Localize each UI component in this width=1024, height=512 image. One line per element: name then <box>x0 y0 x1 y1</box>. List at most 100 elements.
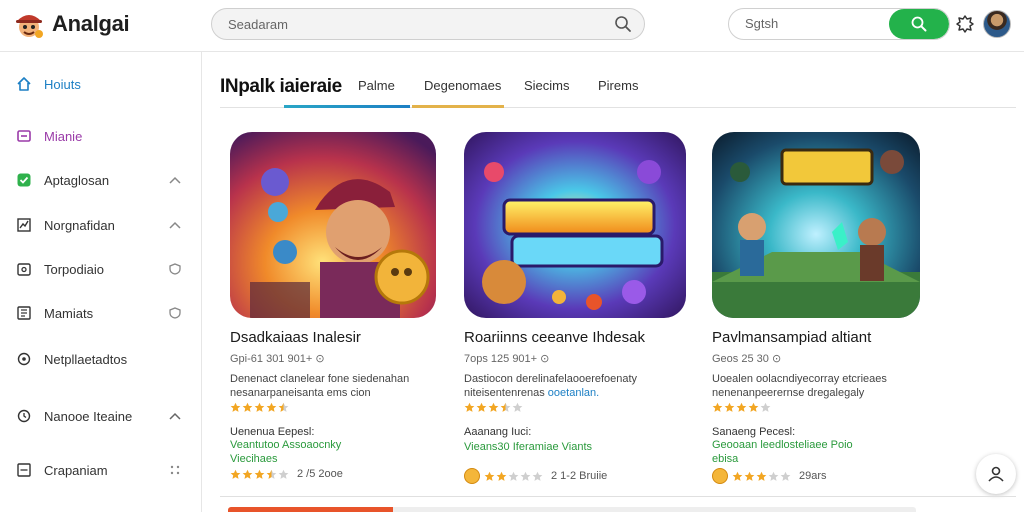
star-icon <box>278 402 289 412</box>
card-footer: 2 1-2 Bruiie <box>464 468 607 484</box>
info-icon: ⊙ <box>540 353 550 365</box>
mascot-logo-icon <box>16 15 43 38</box>
search-input[interactable] <box>228 16 614 32</box>
game-description: Denenact clanelear fone siedenahan nesan… <box>230 372 440 400</box>
star-rating <box>712 402 771 413</box>
app-name: Analgai <box>52 11 130 36</box>
sidebar-item-label: Nanooe Iteaine <box>44 409 133 424</box>
tab-underline <box>412 105 504 108</box>
sidebar-item-norgnafidan[interactable]: Norgnafidan <box>0 208 202 242</box>
category-link[interactable]: Vieans30 Iferamiae Viants <box>464 441 679 454</box>
star-icon <box>744 471 755 481</box>
search-submit-button[interactable] <box>889 9 949 39</box>
footer-text: 2 1-2 Bruiie <box>551 470 608 482</box>
tab-siecims[interactable]: Siecims <box>524 78 570 93</box>
sidebar-item-crapaniam[interactable]: Crapaniam <box>0 453 202 487</box>
game-artwork-image <box>712 132 920 318</box>
category-link[interactable]: Veantutoo Assoaocnky <box>230 439 445 452</box>
info-icon: ⊙ <box>771 353 782 365</box>
description-highlight[interactable]: ooetanlan. <box>548 387 599 399</box>
game-card[interactable]: Pavlmansampiad altiant Geos 25 30 ⊙ Uoea… <box>712 132 927 484</box>
star-icon <box>760 402 771 412</box>
coin-icon <box>712 468 728 484</box>
star-icon <box>512 402 523 412</box>
shield-icon[interactable] <box>168 307 182 319</box>
sub-label: Sanaeng Pecesl: <box>712 426 796 438</box>
home-icon <box>17 77 31 91</box>
game-meta-text: Gpi-61 301 901+ <box>230 353 313 365</box>
star-icon <box>254 469 265 479</box>
game-title[interactable]: Pavlmansampiad altiant <box>712 329 871 346</box>
star-icon <box>266 469 277 479</box>
tag-icon <box>17 263 31 276</box>
card-footer: 29ars <box>712 468 827 484</box>
game-title[interactable]: Dsadkaiaas Inalesir <box>230 329 361 346</box>
sidebar-item-mianie[interactable]: Mianie <box>0 119 202 153</box>
sidebar-item-netpllaetadtos[interactable]: Netpllaetadtos <box>0 342 202 376</box>
game-thumbnail[interactable] <box>464 132 686 318</box>
tab-bar: INpalk iaieraie Palme Degenomaes Siecims… <box>220 70 1016 108</box>
sidebar-item-label: Mianie <box>44 129 83 144</box>
user-switch-icon <box>988 466 1004 482</box>
star-icon <box>484 471 495 481</box>
star-icon <box>532 471 543 481</box>
game-meta-text: 7ops 125 901+ <box>464 353 538 365</box>
secondary-search-input[interactable] <box>745 16 885 31</box>
tab-degenomaes[interactable]: Degenomaes <box>424 78 501 93</box>
floating-action-button[interactable] <box>976 454 1016 494</box>
star-icon <box>712 402 723 412</box>
sidebar: Hoiuts Mianie Aptaglosan Norgnafidan Tor… <box>0 52 202 512</box>
star-icon <box>242 469 253 479</box>
category-link[interactable]: Viecihaes <box>230 453 445 466</box>
game-meta: Gpi-61 301 901+ ⊙ <box>230 352 325 365</box>
game-card[interactable]: Roariinns ceeanve Ihdesak 7ops 125 901+ … <box>464 132 686 484</box>
section-title: INpalk iaieraie <box>220 76 342 97</box>
sidebar-item-nanooe-iteaine[interactable]: Nanooe Iteaine <box>0 399 202 433</box>
game-thumbnail[interactable] <box>712 132 920 318</box>
sidebar-item-torpodiaio[interactable]: Torpodiaio <box>0 252 202 286</box>
star-icon <box>230 402 241 412</box>
shield-icon[interactable] <box>168 263 182 275</box>
chevron-up-icon[interactable] <box>168 219 182 231</box>
main-content: INpalk iaieraie Palme Degenomaes Siecims… <box>202 52 1024 512</box>
sidebar-item-home[interactable]: Hoiuts <box>0 67 202 101</box>
check-badge-icon <box>17 173 31 187</box>
card-footer: 2 /5 2ooe <box>230 468 343 480</box>
star-icon <box>242 402 253 412</box>
tab-pirems[interactable]: Pirems <box>598 78 638 93</box>
star-icon <box>508 471 519 481</box>
category-link[interactable]: Geooaan leedlosteliaee Poio <box>712 439 927 452</box>
tab-underline <box>284 105 410 108</box>
star-icon <box>266 402 277 412</box>
sub-label: Uenenua Eepesl: <box>230 426 315 438</box>
category-link[interactable]: ebisa <box>712 453 927 466</box>
sidebar-item-mamiats[interactable]: Mamiats <box>0 296 202 330</box>
game-thumbnail[interactable] <box>230 132 436 318</box>
chevron-up-icon[interactable] <box>168 174 182 186</box>
star-icon <box>724 402 735 412</box>
game-card[interactable]: Dsadkaiaas Inalesir Gpi-61 301 901+ ⊙ De… <box>230 132 445 480</box>
star-icon <box>496 471 507 481</box>
star-icon <box>476 402 487 412</box>
search-icon[interactable] <box>614 15 632 33</box>
game-artwork-image <box>230 132 436 318</box>
game-title[interactable]: Roariinns ceeanve Ihdesak <box>464 329 645 346</box>
sidebar-item-label: Hoiuts <box>44 77 81 92</box>
description-line: nenenanpeerernse dregalegaly <box>712 387 865 399</box>
star-rating <box>464 402 523 413</box>
secondary-search[interactable] <box>728 8 950 40</box>
search-bar[interactable] <box>211 8 645 40</box>
star-icon <box>520 471 531 481</box>
footer-star-rating <box>484 471 543 482</box>
app-logo[interactable]: Analgai <box>12 6 130 42</box>
chevron-up-icon[interactable] <box>168 410 182 422</box>
user-avatar[interactable] <box>983 10 1011 38</box>
footer-text: 2 /5 2ooe <box>297 468 343 480</box>
coin-icon <box>464 468 480 484</box>
drag-handle-icon[interactable] <box>168 464 182 476</box>
search-icon <box>911 16 927 32</box>
sidebar-item-aptaglosan[interactable]: Aptaglosan <box>0 163 202 197</box>
star-icon <box>278 469 289 479</box>
settings-badge-icon[interactable] <box>955 14 975 34</box>
tab-palme[interactable]: Palme <box>358 78 395 93</box>
